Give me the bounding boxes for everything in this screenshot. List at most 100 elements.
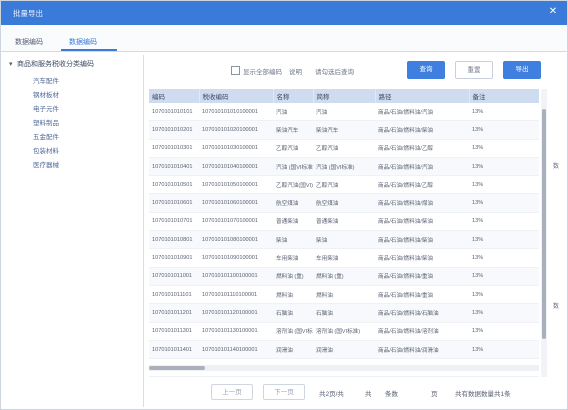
table-cell: 1070101011001 bbox=[149, 267, 199, 286]
collapse-icon[interactable]: ▾ bbox=[9, 60, 17, 68]
tab-code-2[interactable]: 数据编码 bbox=[69, 37, 97, 47]
table-cell: 商品/石油/燃料油/溶剂油 bbox=[375, 322, 469, 341]
table-cell: 1070101010601 bbox=[149, 193, 199, 213]
dialog-title: 批量导出 bbox=[13, 9, 43, 18]
table-cell: 商品/石油/燃料油/润滑油 bbox=[375, 340, 469, 360]
table-cell: 燃料油 (重) bbox=[273, 267, 313, 286]
vertical-scrollbar[interactable] bbox=[541, 89, 547, 377]
table-cell: 商品/石油/燃料油/汽油 bbox=[375, 157, 469, 177]
active-tab-indicator bbox=[61, 49, 117, 51]
side-mark: 数 bbox=[553, 164, 560, 170]
table-cell: 润滑油 bbox=[313, 340, 375, 360]
table-cell: 1070101011401 bbox=[149, 340, 199, 360]
table-cell: 柴油汽车 bbox=[273, 120, 313, 140]
table-cell: 商品/石油/燃料油/石脑油 bbox=[375, 303, 469, 323]
table-cell: 1070101010301 bbox=[149, 139, 199, 158]
table-cell: 商品/石油/燃料油/重油 bbox=[375, 267, 469, 286]
prev-page-button[interactable]: 上一页 bbox=[211, 384, 253, 400]
toolbar: 显示全部编码 说明 请勾选后查询 查询 重置 导出 bbox=[149, 57, 561, 83]
table-row[interactable]: 1070101010201 107010101020100001 柴油汽车 柴油汽车商… bbox=[149, 120, 539, 140]
column-header[interactable]: 路径 bbox=[375, 89, 470, 103]
export-button[interactable]: 导出 bbox=[503, 61, 541, 79]
table-cell: 13% bbox=[469, 303, 539, 323]
tree-item[interactable]: 医疗器械 bbox=[33, 159, 59, 169]
reset-button[interactable]: 重置 bbox=[455, 61, 493, 79]
table-row[interactable]: 1070101011001 107010101100100001 燃料油 (重) 燃料… bbox=[149, 267, 539, 286]
category-tree: ▾ 商品和服务税收分类编码 汽车配件 钢材板材 电子元件 塑料制品 五金配件 包装… bbox=[7, 55, 141, 405]
table-cell: 乙醇汽油(国VI) bbox=[273, 175, 313, 195]
tree-root-label: 商品和服务税收分类编码 bbox=[17, 61, 94, 68]
page-info: 共2页/共 bbox=[319, 391, 344, 398]
column-header[interactable]: 简称 bbox=[313, 89, 376, 103]
export-dialog: 批量导出 ✕ 数据编码 数据编码 ▾ 商品和服务税收分类编码 汽车配件 钢材板材 … bbox=[0, 0, 568, 410]
table-cell: 13% bbox=[469, 248, 539, 268]
table-cell: 1070101011101 bbox=[149, 285, 199, 305]
pane-splitter[interactable] bbox=[143, 55, 144, 407]
table-row[interactable]: 1070101010301 107010101030100001 乙醇汽油 乙醇汽油商… bbox=[149, 139, 539, 158]
table-cell: 普通柴油 bbox=[273, 212, 313, 232]
table-cell: 107010101070100001 bbox=[199, 212, 273, 232]
page-size: 页 bbox=[431, 391, 438, 398]
table-cell: 13% bbox=[469, 322, 539, 341]
table-cell: 普通柴油 bbox=[313, 212, 375, 232]
table-cell: 乙醇汽油 bbox=[313, 139, 375, 158]
table-cell: 商品/石油/燃料油/乙醇 bbox=[375, 175, 469, 195]
table-cell: 107010101130100001 bbox=[199, 322, 273, 341]
column-header[interactable]: 编码 bbox=[149, 89, 200, 103]
next-page-button[interactable]: 下一页 bbox=[263, 384, 305, 400]
column-header[interactable]: 税收编码 bbox=[199, 89, 274, 103]
table-cell: 润滑油 bbox=[273, 340, 313, 360]
scroll-thumb[interactable] bbox=[542, 109, 546, 339]
table-cell: 溶剂油 (国VI标准) bbox=[273, 322, 313, 341]
table-row[interactable]: 1070101010401 107010101040100001 汽油 (国VI标准… bbox=[149, 157, 539, 177]
option-label-3: 请勾选后查询 bbox=[315, 69, 354, 76]
table-cell: 13% bbox=[469, 175, 539, 195]
table-row[interactable]: 1070101010801 107010101080100001 柴油 柴油 商品/石油… bbox=[149, 230, 539, 250]
scroll-thumb-h[interactable] bbox=[149, 366, 205, 370]
table-cell: 1070101010401 bbox=[149, 157, 199, 177]
tree-item[interactable]: 塑料制品 bbox=[33, 117, 59, 127]
table-row[interactable]: 1070101010101 107010101010100001 汽油 汽油 商品/石油… bbox=[149, 103, 539, 122]
tree-item[interactable]: 电子元件 bbox=[33, 103, 59, 113]
table-cell: 107010101030100001 bbox=[199, 139, 273, 158]
table-cell: 13% bbox=[469, 120, 539, 140]
table-cell: 乙醇汽油 bbox=[273, 139, 313, 158]
tree-item[interactable]: 五金配件 bbox=[33, 131, 59, 141]
column-header[interactable]: 备注 bbox=[469, 89, 539, 103]
horizontal-scrollbar[interactable] bbox=[149, 365, 539, 371]
option-label-2: 说明 bbox=[289, 69, 302, 76]
table-row[interactable]: 1070101010601 107010101060100001 航空煤油 航空煤油商… bbox=[149, 193, 539, 213]
table-row[interactable]: 1070101010701 107010101070100001 普通柴油 普通柴油商… bbox=[149, 212, 539, 232]
column-header[interactable]: 名称 bbox=[273, 89, 314, 103]
table-row[interactable]: 1070101011301 107010101130100001 溶剂油 (国VI标… bbox=[149, 322, 539, 341]
table-cell: 商品/石油/燃料油/重油 bbox=[375, 285, 469, 305]
table-row[interactable]: 1070101011101 107010101110100001 燃料油 燃料油 商品/… bbox=[149, 285, 539, 305]
table-cell: 107010101010100001 bbox=[199, 103, 273, 122]
table-cell: 乙醇汽油 bbox=[313, 175, 375, 195]
show-all-checkbox[interactable] bbox=[231, 66, 240, 75]
table-row[interactable]: 1070101010501 107010101050100001 乙醇汽油(国VI)… bbox=[149, 175, 539, 195]
tree-item[interactable]: 钢材板材 bbox=[33, 89, 59, 99]
table-cell: 13% bbox=[469, 193, 539, 213]
table-row[interactable]: 1070101011201 107010101120100001 石脑油 石脑油 商品/… bbox=[149, 303, 539, 323]
table-cell: 107010101120100001 bbox=[199, 303, 273, 323]
table-cell: 商品/石油/燃料油/乙醇 bbox=[375, 139, 469, 158]
table-cell: 13% bbox=[469, 230, 539, 250]
table-row[interactable]: 1070101011401 107010101140100001 润滑油 润滑油 商品/… bbox=[149, 340, 539, 360]
query-button[interactable]: 查询 bbox=[407, 61, 445, 79]
close-icon[interactable]: ✕ bbox=[547, 6, 559, 18]
table-cell: 石脑油 bbox=[273, 303, 313, 323]
table-cell: 1070101010101 bbox=[149, 103, 199, 122]
tree-item[interactable]: 汽车配件 bbox=[33, 75, 59, 85]
tree-item[interactable]: 包装材料 bbox=[33, 145, 59, 155]
table-cell: 13% bbox=[469, 267, 539, 286]
title-bar: 批量导出 ✕ bbox=[1, 1, 567, 25]
table-row[interactable]: 1070101010901 107010101090100001 车用柴油 车用柴油商… bbox=[149, 248, 539, 268]
table-cell: 107010101080100001 bbox=[199, 230, 273, 250]
table-cell: 溶剂油 (国VI标准) bbox=[313, 322, 375, 341]
table-cell: 柴油汽车 bbox=[313, 120, 375, 140]
tree-root[interactable]: ▾ 商品和服务税收分类编码 bbox=[9, 59, 94, 69]
table-cell: 汽油 (国VI标准) bbox=[273, 157, 313, 177]
tab-code-1[interactable]: 数据编码 bbox=[15, 37, 43, 47]
table-cell: 车用柴油 bbox=[273, 248, 313, 268]
